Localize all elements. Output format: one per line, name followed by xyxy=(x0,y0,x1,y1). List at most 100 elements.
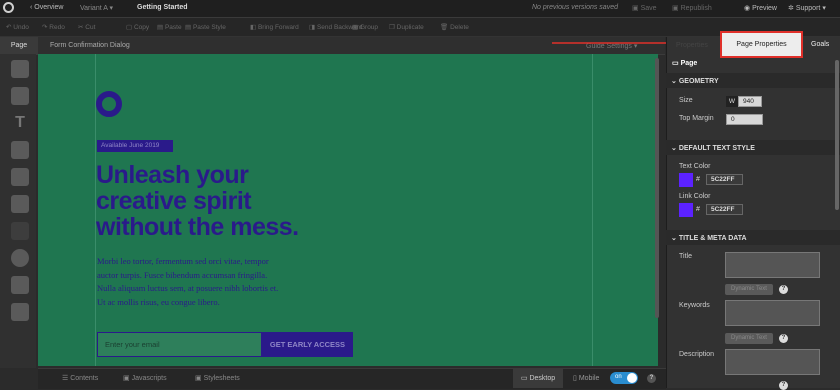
help-icon[interactable]: ? xyxy=(779,334,788,343)
overview-link[interactable]: ‹ Overview xyxy=(30,4,63,11)
title-label: Title xyxy=(679,253,692,260)
copy-button[interactable]: ▢ Copy xyxy=(126,23,149,31)
button-icon[interactable] xyxy=(11,222,29,240)
preview-label: Preview xyxy=(752,5,777,12)
support-menu[interactable]: ✲ Support ▾ xyxy=(788,4,826,12)
keywords-dynamic-text-button[interactable]: Dynamic Text xyxy=(725,333,773,344)
javascripts-label: Javascripts xyxy=(131,375,167,382)
delete-button[interactable]: 🗑 Delete xyxy=(440,23,469,31)
meta-label: TITLE & META DATA xyxy=(678,235,747,242)
tab-properties[interactable]: Properties xyxy=(676,42,708,49)
save-label: Save xyxy=(640,5,657,12)
mobile-view-button[interactable]: ▯ Mobile xyxy=(573,374,599,382)
chevron-down-icon: ▾ xyxy=(109,5,113,12)
version-status: No previous versions saved xyxy=(532,4,618,11)
mobile-label: Mobile xyxy=(578,375,600,382)
group-icon: ▦ xyxy=(352,24,359,31)
keywords-textarea[interactable] xyxy=(725,300,820,326)
image-group-icon[interactable] xyxy=(11,168,29,186)
variant-label: Variant A xyxy=(80,5,108,12)
copy-icon: ▢ xyxy=(126,24,133,31)
code-icon[interactable] xyxy=(11,276,29,294)
tab-page[interactable]: Page xyxy=(0,37,38,54)
body-line: Nulla aliquam luctus sem, at posuere nib… xyxy=(97,283,279,293)
width-input[interactable]: 940 xyxy=(738,96,762,107)
top-margin-label: Top Margin xyxy=(679,115,714,122)
hero-body-text[interactable]: Morbi leo tortor, fermentum sed orci vit… xyxy=(97,255,278,309)
duplicate-label: Duplicate xyxy=(396,24,424,31)
variant-select[interactable]: Variant A ▾ xyxy=(80,4,113,12)
geometry-heading: ⌄ GEOMETRY xyxy=(671,77,719,85)
geometry-label: GEOMETRY xyxy=(678,78,719,85)
send-backward-icon: ◨ xyxy=(309,24,316,31)
chevron-down-icon: ▾ xyxy=(822,5,826,12)
help-icon[interactable]: ? xyxy=(779,285,788,294)
link-color-label: Link Color xyxy=(679,193,711,200)
box-icon[interactable] xyxy=(11,87,29,105)
republish-button[interactable]: ▣ Republish xyxy=(672,4,712,12)
group-button[interactable]: ▦ Group xyxy=(352,23,378,31)
email-input[interactable]: Enter your email xyxy=(97,332,262,357)
hero-headline[interactable]: Unleash your creative spirit without the… xyxy=(96,162,299,240)
javascripts-button[interactable]: ▣ Javascripts xyxy=(123,374,167,382)
desktop-label: Desktop xyxy=(529,375,556,382)
hash-label: # xyxy=(696,176,700,183)
get-early-access-button[interactable]: GET EARLY ACCESS xyxy=(262,332,353,357)
preview-button[interactable]: ◉ Preview xyxy=(744,4,777,12)
text-color-label: Text Color xyxy=(679,163,711,170)
image-icon[interactable] xyxy=(11,141,29,159)
desktop-view-button[interactable]: ▭ Desktop xyxy=(513,369,563,388)
undo-button[interactable]: ↶ Undo xyxy=(6,23,29,31)
tab-form-confirmation[interactable]: Form Confirmation Dialog xyxy=(50,42,130,49)
paste-style-icon: ▤ xyxy=(185,24,192,31)
tab-goals[interactable]: Goals xyxy=(811,41,829,48)
bring-forward-button[interactable]: ◧ Bring Forward xyxy=(250,23,299,31)
chevron-down-icon: ⌄ xyxy=(671,235,677,242)
gear-icon: ✲ xyxy=(788,5,794,12)
social-icon[interactable] xyxy=(11,303,29,321)
redo-label: Redo xyxy=(49,24,65,31)
text-style-heading: ⌄ DEFAULT TEXT STYLE xyxy=(671,144,755,152)
description-textarea[interactable] xyxy=(725,349,820,375)
hash-label: # xyxy=(696,206,700,213)
tab-page-properties[interactable]: Page Properties xyxy=(720,31,803,58)
cut-button[interactable]: ✂ Cut xyxy=(78,23,95,31)
title-dynamic-text-button[interactable]: Dynamic Text xyxy=(725,284,773,295)
text-color-input[interactable]: 5C22FF xyxy=(706,174,743,185)
size-label: Size xyxy=(679,97,693,104)
paste-style-button[interactable]: ▤ Paste Style xyxy=(185,23,226,31)
link-color-input[interactable]: 5C22FF xyxy=(706,204,743,215)
help-icon[interactable]: ? xyxy=(779,381,788,390)
republish-label: Republish xyxy=(680,5,712,12)
contents-button[interactable]: ☰ Contents xyxy=(62,374,98,382)
save-button[interactable]: ▣ Save xyxy=(632,4,657,12)
title-textarea[interactable] xyxy=(725,252,820,278)
link-color-swatch[interactable] xyxy=(679,203,693,217)
top-bar xyxy=(0,0,840,18)
help-icon[interactable]: ? xyxy=(647,374,656,383)
availability-badge[interactable]: Available June 2019 xyxy=(97,140,173,152)
form-icon[interactable] xyxy=(11,195,29,213)
duplicate-button[interactable]: ❐ Duplicate xyxy=(389,23,424,31)
sidebar-scrollbar[interactable] xyxy=(835,60,839,210)
paste-button[interactable]: ▤ Paste xyxy=(157,23,182,31)
publish-icon: ▣ xyxy=(672,5,679,12)
app-logo-icon[interactable] xyxy=(3,2,14,13)
delete-label: Delete xyxy=(450,24,469,31)
text-icon[interactable]: T xyxy=(11,114,29,132)
text-color-swatch[interactable] xyxy=(679,173,693,187)
toggle-knob xyxy=(627,373,637,383)
chevron-down-icon: ⌄ xyxy=(671,145,677,152)
stylesheets-label: Stylesheets xyxy=(203,375,240,382)
paste-label: Paste xyxy=(164,24,182,31)
section-icon[interactable] xyxy=(11,60,29,78)
mobile-icon: ▯ xyxy=(573,375,577,382)
canvas-scrollbar[interactable] xyxy=(655,58,659,318)
video-icon[interactable] xyxy=(11,249,29,267)
mobile-toggle[interactable]: on xyxy=(610,372,638,384)
redo-button[interactable]: ↷ Redo xyxy=(42,23,65,31)
top-margin-input[interactable]: 0 xyxy=(726,114,763,125)
stylesheets-button[interactable]: ▣ Stylesheets xyxy=(195,374,240,382)
eye-icon: ◉ xyxy=(744,5,751,12)
brand-logo-icon[interactable] xyxy=(96,91,122,117)
